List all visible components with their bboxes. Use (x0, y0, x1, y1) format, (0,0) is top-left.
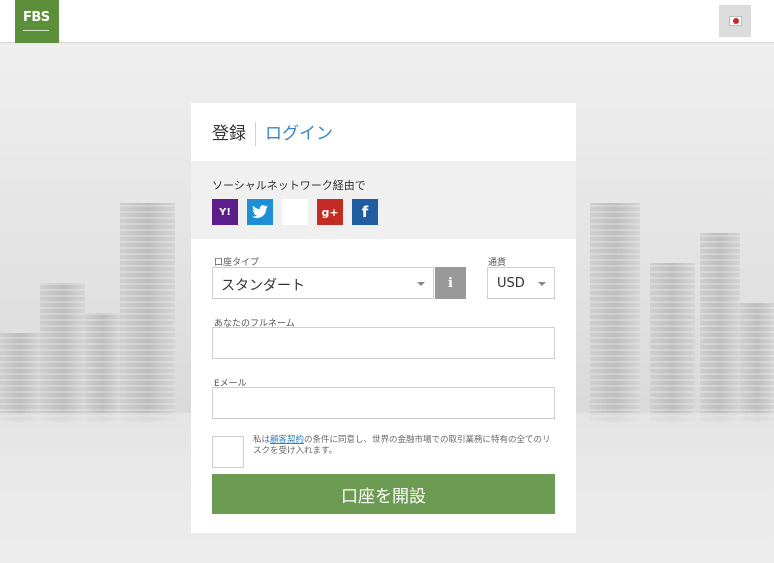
facebook-icon: f (361, 203, 369, 221)
top-bar: FBS (0, 0, 774, 43)
building (650, 263, 695, 423)
building (740, 303, 774, 423)
agreement-text: 私は顧客契約の条件に同意し、世界の金融市場での取引業務に特有の全てのリスクを受け… (253, 435, 553, 457)
currency-value: USD (497, 276, 525, 291)
yahoo-icon: Y! (219, 206, 231, 218)
info-button[interactable]: i (435, 267, 466, 299)
building (40, 283, 85, 423)
building (700, 233, 740, 423)
open-account-button[interactable]: 口座を開設 (212, 474, 555, 514)
email-input[interactable] (212, 387, 555, 419)
fbs-logo[interactable]: FBS (15, 0, 59, 43)
twitter-icon (252, 205, 268, 219)
tab-login[interactable]: ログイン (256, 122, 333, 146)
chevron-down-icon (417, 282, 425, 286)
agree-checkbox[interactable] (212, 436, 244, 468)
customer-agreement-link[interactable]: 顧客契約 (270, 435, 304, 445)
fullname-input[interactable] (212, 327, 555, 359)
registration-card: 登録 ログイン ソーシャルネットワーク経由で Y! g+ f 口座タイプ スタン… (191, 103, 576, 533)
building (590, 203, 640, 423)
currency-select[interactable]: USD (487, 267, 555, 299)
building (85, 313, 120, 423)
account-type-value: スタンダート (221, 278, 305, 294)
logo-text: FBS (23, 10, 50, 25)
social-buttons: Y! g+ f (212, 199, 378, 225)
facebook-login-button[interactable]: f (352, 199, 378, 225)
tab-register[interactable]: 登録 (212, 122, 256, 146)
building (120, 203, 175, 423)
logo-underline (23, 30, 49, 31)
social-login-section: ソーシャルネットワーク経由で Y! g+ f (191, 161, 576, 239)
japan-flag-icon (728, 16, 742, 26)
yahoo-login-button[interactable]: Y! (212, 199, 238, 225)
twitter-login-button[interactable] (247, 199, 273, 225)
agree-prefix: 私は (253, 435, 271, 445)
account-type-select[interactable]: スタンダート (212, 267, 434, 299)
chevron-down-icon (538, 282, 546, 286)
google-plus-login-button[interactable]: g+ (317, 199, 343, 225)
auth-tabs: 登録 ログイン (212, 121, 333, 147)
social-label: ソーシャルネットワーク経由で (212, 179, 366, 192)
info-icon: i (448, 275, 453, 291)
google-plus-icon: g+ (321, 205, 339, 219)
building (0, 333, 40, 423)
language-selector[interactable] (719, 5, 751, 37)
microsoft-login-button[interactable] (282, 199, 308, 225)
